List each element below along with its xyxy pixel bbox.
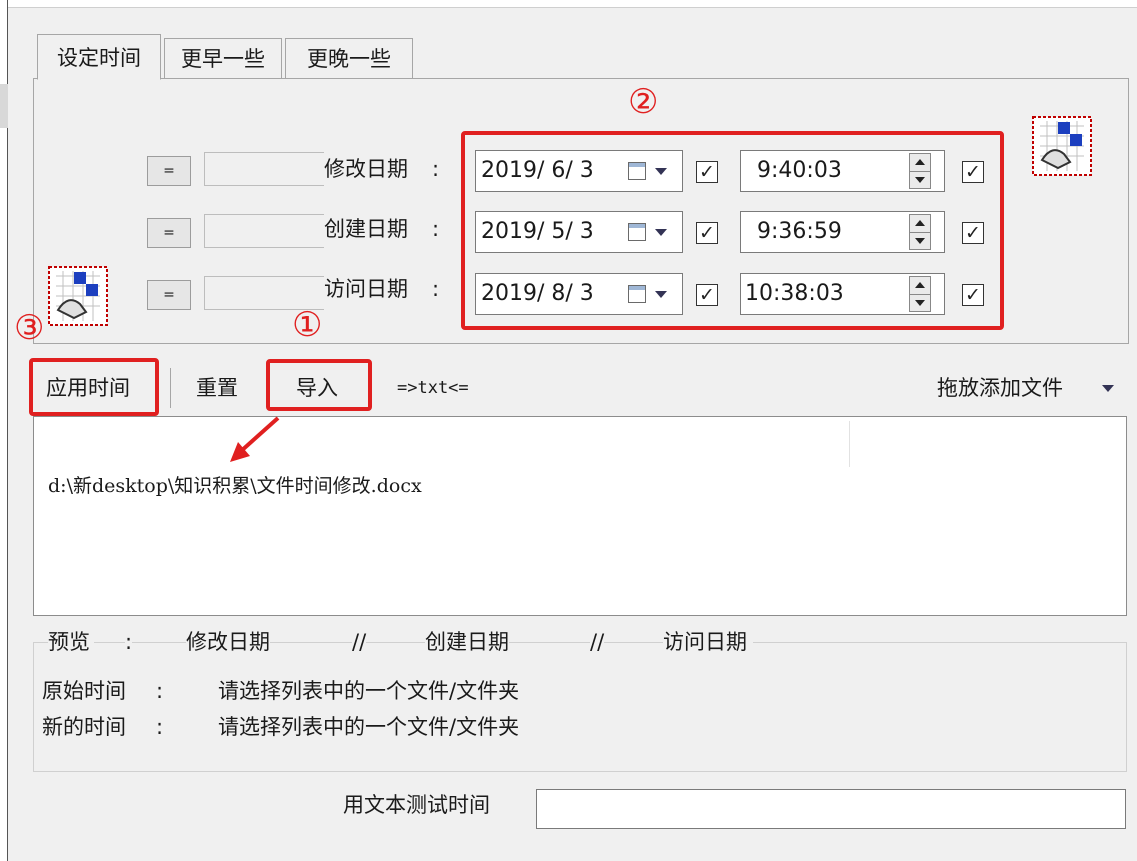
equal-button-created[interactable]: = bbox=[147, 218, 191, 248]
label-created-date: 创建日期 bbox=[324, 217, 408, 241]
annotation-box-datetime bbox=[461, 131, 1004, 330]
new-time-value: 请选择列表中的一个文件/文件夹 bbox=[218, 712, 520, 742]
preview-col-modified: 修改日期 bbox=[186, 627, 270, 657]
tab-later[interactable]: 更晚一些 bbox=[285, 38, 413, 79]
grid-tool-icon-left[interactable] bbox=[48, 266, 108, 326]
new-time-label: 新的时间 bbox=[42, 712, 126, 742]
annotation-box-apply bbox=[29, 358, 159, 416]
window-edge-left bbox=[0, 0, 8, 861]
label-colon: : bbox=[432, 277, 440, 301]
chevron-down-icon[interactable] bbox=[1102, 385, 1114, 392]
reset-button[interactable]: 重置 bbox=[196, 373, 238, 403]
test-time-label: 用文本测试时间 bbox=[343, 790, 490, 820]
list-item[interactable]: d:\新desktop\知识积累\文件时间修改.docx bbox=[48, 471, 422, 501]
equal-button-modified[interactable]: = bbox=[147, 156, 191, 186]
tab-set-time[interactable]: 设定时间 bbox=[37, 34, 161, 80]
annotation-box-import bbox=[266, 359, 372, 411]
equal-button-accessed[interactable]: = bbox=[147, 280, 191, 310]
preview-separator: // bbox=[352, 627, 367, 657]
original-time-label: 原始时间 bbox=[42, 676, 126, 706]
annotation-number-2: ② bbox=[628, 82, 659, 122]
preview-col-created: 创建日期 bbox=[425, 627, 509, 657]
original-time-value: 请选择列表中的一个文件/文件夹 bbox=[218, 676, 520, 706]
label-modified-date: 修改日期 bbox=[324, 157, 408, 181]
new-time-colon: : bbox=[156, 712, 164, 742]
window-edge-top bbox=[8, 0, 1137, 8]
drag-add-files-menu[interactable]: 拖放添加文件 bbox=[937, 373, 1063, 403]
label-colon: : bbox=[432, 157, 440, 181]
annotation-number-1: ① bbox=[292, 305, 323, 345]
preview-label: 预览 bbox=[48, 627, 94, 657]
preview-panel bbox=[33, 642, 1127, 772]
txt-export-button[interactable]: =>txt<= bbox=[397, 373, 469, 403]
preview-colon: : bbox=[125, 627, 133, 657]
test-time-input[interactable] bbox=[536, 789, 1126, 829]
preview-separator: // bbox=[590, 627, 605, 657]
annotation-arrow-icon bbox=[230, 416, 280, 462]
list-column-divider bbox=[849, 421, 850, 467]
annotation-number-3: ③ bbox=[14, 308, 45, 348]
label-colon: : bbox=[432, 217, 440, 241]
toolbar-separator bbox=[170, 368, 171, 408]
tab-earlier[interactable]: 更早一些 bbox=[164, 38, 282, 79]
left-edge-mark bbox=[0, 84, 8, 128]
grid-tool-icon[interactable] bbox=[1032, 116, 1092, 176]
original-time-colon: : bbox=[156, 676, 164, 706]
preview-col-accessed: 访问日期 bbox=[663, 627, 753, 657]
label-accessed-date: 访问日期 bbox=[324, 277, 408, 301]
file-list[interactable]: d:\新desktop\知识积累\文件时间修改.docx bbox=[33, 416, 1127, 616]
